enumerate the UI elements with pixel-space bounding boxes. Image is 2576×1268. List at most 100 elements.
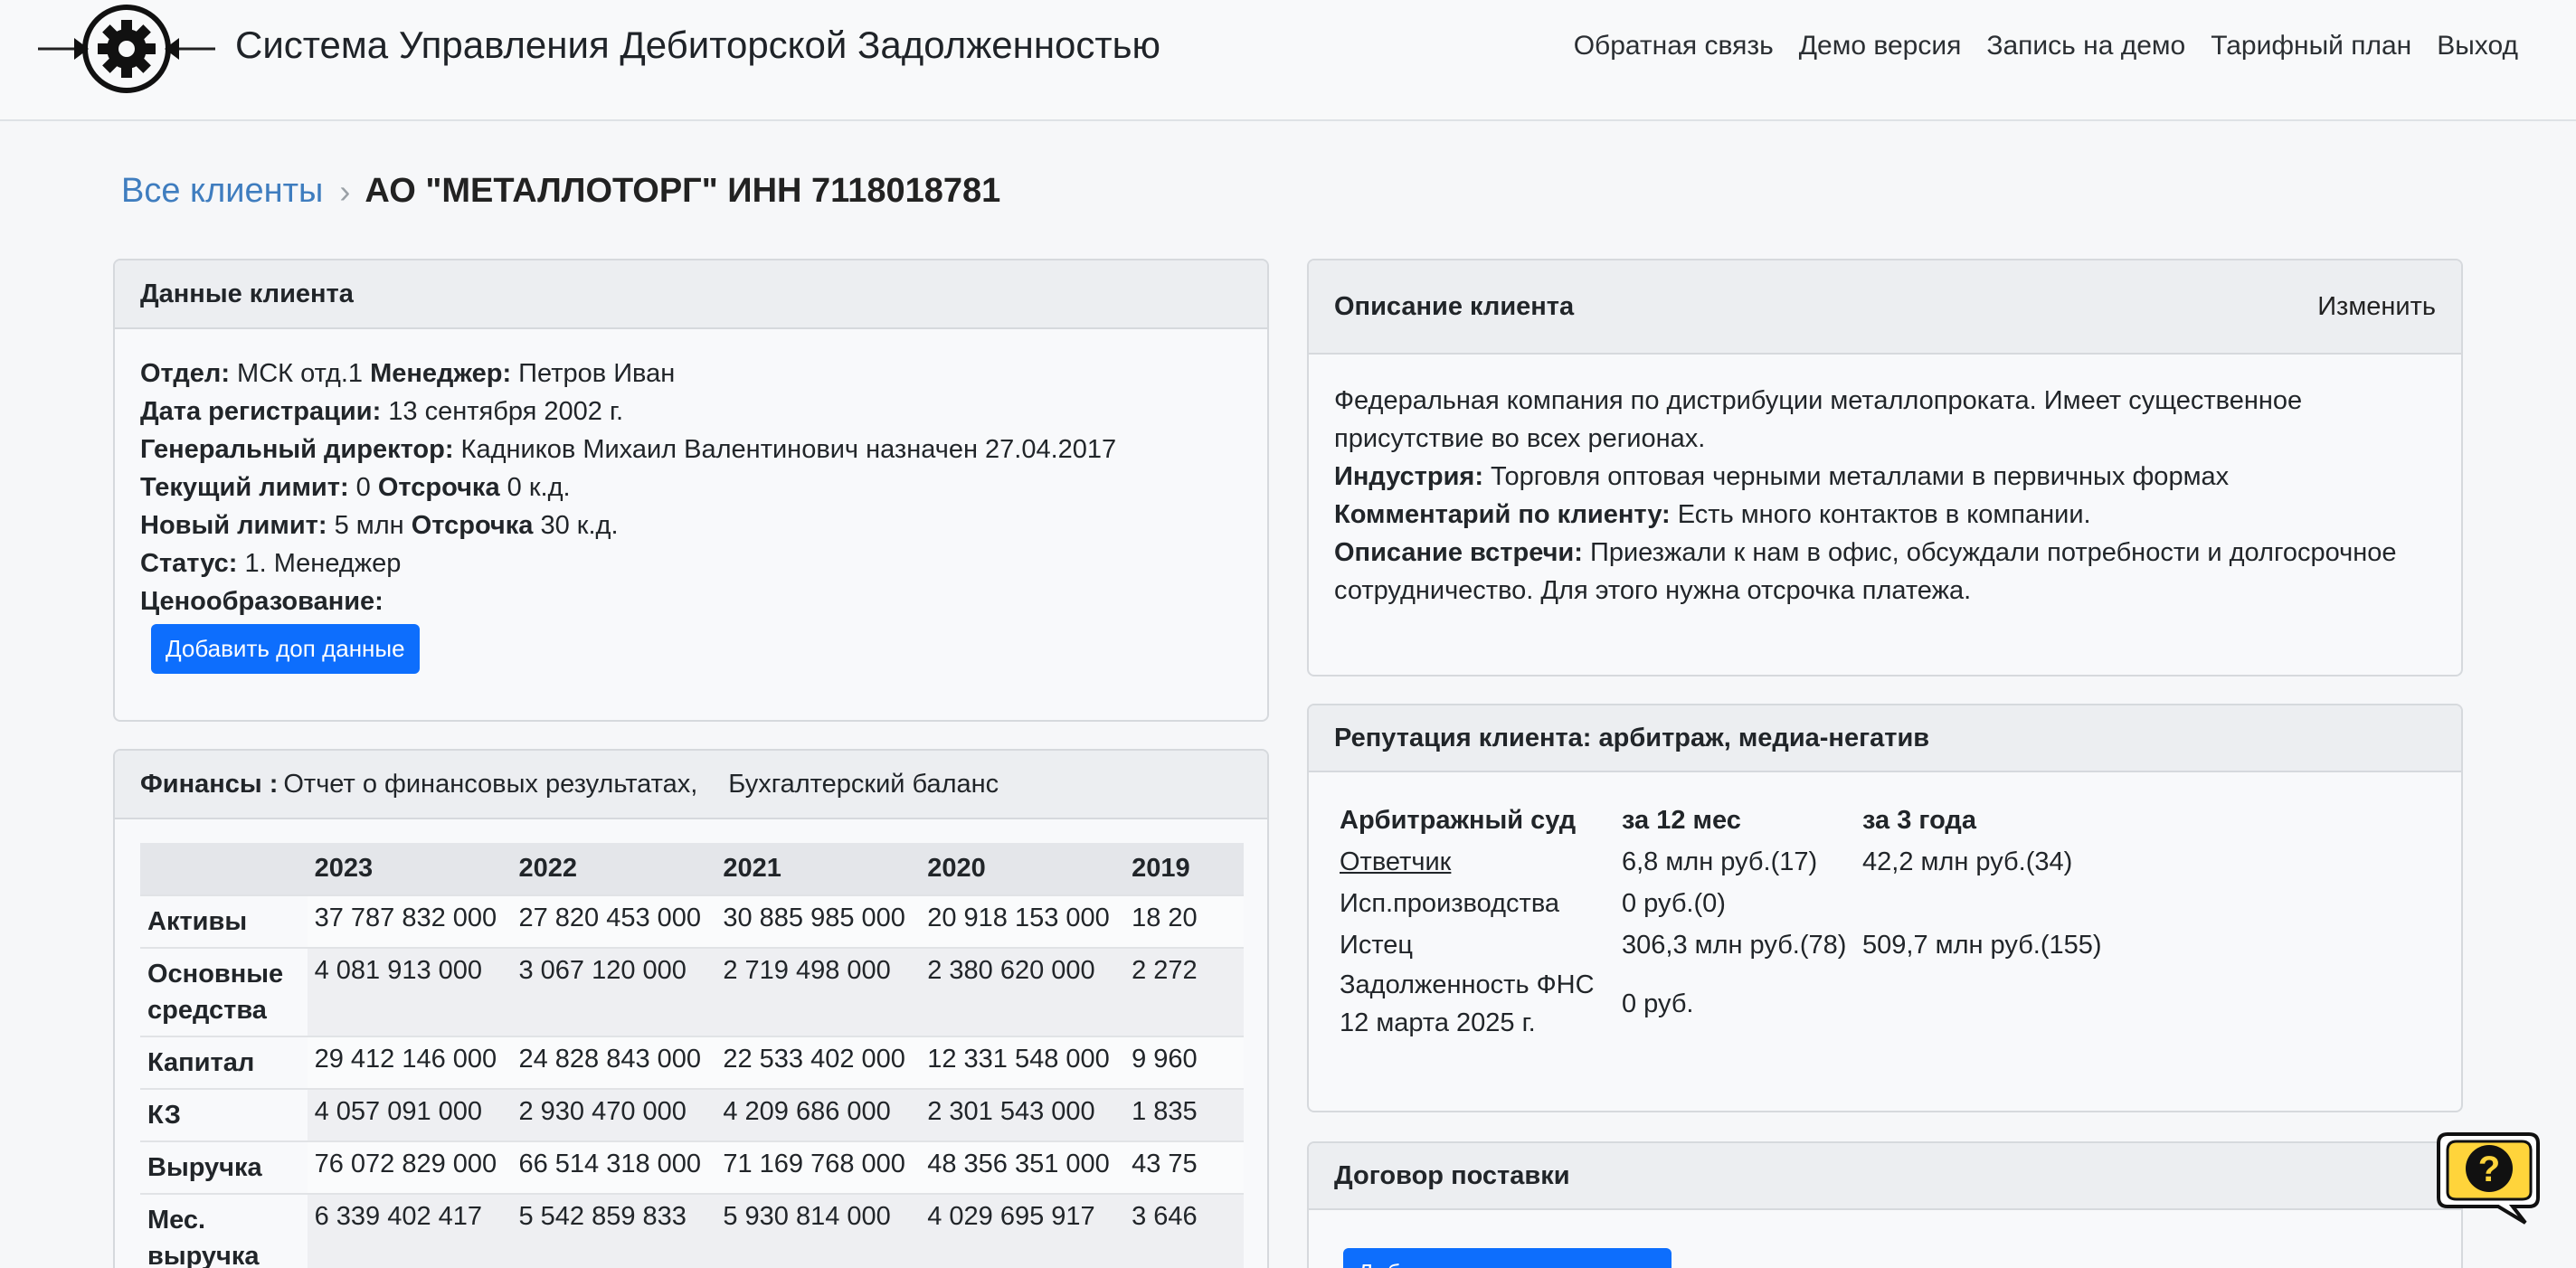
row-label: КЗ bbox=[140, 1088, 308, 1141]
meeting-line: Описание встречи: Приезжали к нам в офис… bbox=[1334, 534, 2436, 610]
table-cell: 76 072 829 000 bbox=[307, 1140, 512, 1194]
manager-value: Петров Иван bbox=[511, 359, 676, 388]
table-cell: 2 301 543 000 bbox=[920, 1088, 1125, 1141]
table-cell: 5 930 814 000 bbox=[715, 1193, 921, 1268]
table-row: Капитал 29 412 146 000 24 828 843 000 22… bbox=[140, 1036, 1244, 1089]
table-cell: 29 412 146 000 bbox=[307, 1036, 512, 1089]
table-row: Активы 37 787 832 000 27 820 453 000 30 … bbox=[140, 894, 1244, 948]
table-row: Выручка 76 072 829 000 66 514 318 000 71… bbox=[140, 1140, 1244, 1194]
ceo-value: Кадников Михаил Валентинович назначен 27… bbox=[453, 435, 1117, 464]
card-title: Данные клиента bbox=[140, 279, 354, 308]
top-navbar: Система Управления Дебиторской Задолженн… bbox=[0, 0, 2576, 121]
client-data-body: Отдел: МСК отд.1 Менеджер: Петров Иван Д… bbox=[115, 329, 1267, 699]
svg-text:?: ? bbox=[2478, 1150, 2500, 1189]
card-title: Репутация клиента: арбитраж, медиа-негат… bbox=[1334, 723, 1930, 752]
table-cell: 24 828 843 000 bbox=[511, 1036, 716, 1089]
row-label: Выручка bbox=[140, 1140, 308, 1194]
new-limit-line: Новый лимит: 5 млн Отсрочка 30 к.д. bbox=[140, 506, 1242, 544]
industry-value: Торговля оптовая черными металлами в пер… bbox=[1482, 462, 2230, 491]
table-cell: 2 272 bbox=[1124, 947, 1244, 1036]
top-nav: Обратная связь Демо версия Запись на дем… bbox=[1574, 31, 2518, 62]
table-cell: 48 356 351 000 bbox=[920, 1140, 1125, 1194]
table-cell: 3 067 120 000 bbox=[511, 947, 716, 1036]
nav-pricing[interactable]: Тарифный план bbox=[2211, 31, 2411, 62]
defendant-link[interactable]: Ответчик bbox=[1340, 847, 1451, 876]
current-limit-label: Текущий лимит: bbox=[140, 473, 349, 502]
page-title: АО "МЕТАЛЛОТОРГ" ИНН 7118018781 bbox=[365, 172, 1001, 210]
card-header: Репутация клиента: арбитраж, медиа-негат… bbox=[1309, 705, 2461, 772]
table-cell bbox=[1857, 966, 2107, 1042]
new-delay-label: Отсрочка bbox=[411, 511, 534, 540]
table-row: Исп.производства 0 руб.(0) bbox=[1334, 883, 2107, 924]
ceo-label: Генеральный директор: bbox=[140, 435, 454, 464]
current-limit-value: 0 bbox=[348, 473, 378, 502]
reg-label: Дата регистрации: bbox=[140, 397, 382, 426]
new-delay-value: 30 к.д. bbox=[533, 511, 619, 540]
status-value: 1. Менеджер bbox=[237, 549, 402, 578]
table-cell bbox=[1857, 883, 2107, 924]
balance-sheet-link[interactable]: Бухгалтерский баланс bbox=[728, 770, 999, 800]
pricing-label: Ценообразование: bbox=[140, 587, 384, 616]
row-label: Исп.производства bbox=[1340, 889, 1560, 918]
table-cell: 66 514 318 000 bbox=[511, 1140, 716, 1194]
table-cell: 6 339 402 417 bbox=[307, 1193, 512, 1268]
finance-table-scroll[interactable]: 2023 2022 2021 2020 2019 Активы 37 787 8… bbox=[140, 843, 1244, 1268]
breadcrumb-all-clients[interactable]: Все клиенты bbox=[121, 172, 323, 211]
nav-demo-signup[interactable]: Запись на демо bbox=[1986, 31, 2185, 62]
new-limit-value: 5 млн bbox=[327, 511, 412, 540]
manager-label: Менеджер: bbox=[370, 359, 512, 388]
card-header: Финансы : Отчет о финансовых результатах… bbox=[115, 751, 1267, 819]
client-description-body: Федеральная компания по дистрибуции мета… bbox=[1309, 355, 2461, 635]
table-cell: 4 057 091 000 bbox=[307, 1088, 512, 1141]
table-cell: 12 331 548 000 bbox=[920, 1036, 1125, 1089]
table-cell: 27 820 453 000 bbox=[511, 894, 716, 948]
status-label: Статус: bbox=[140, 549, 238, 578]
table-header-row: Арбитражный суд за 12 мес за 3 года bbox=[1334, 800, 2107, 841]
comment-label: Комментарий по клиенту: bbox=[1334, 500, 1671, 529]
table-cell: 42,2 млн руб.(34) bbox=[1862, 847, 2073, 876]
card-title: Финансы : bbox=[140, 769, 279, 799]
nav-logout[interactable]: Выход bbox=[2437, 31, 2518, 62]
help-question-icon[interactable]: ? bbox=[2435, 1129, 2543, 1228]
add-extra-data-button[interactable]: Добавить доп данные bbox=[151, 624, 420, 674]
table-cell: 22 533 402 000 bbox=[715, 1036, 921, 1089]
card-title: Договор поставки bbox=[1334, 1160, 1570, 1190]
edit-description-button[interactable]: Изменить bbox=[2317, 292, 2436, 322]
dept-label: Отдел: bbox=[140, 359, 230, 388]
table-row: Основные средства 4 081 913 000 3 067 12… bbox=[140, 947, 1244, 1036]
year-header: 2023 bbox=[307, 843, 512, 895]
industry-line: Индустрия: Торговля оптовая черными мета… bbox=[1334, 458, 2436, 496]
income-statement-link[interactable]: Отчет о финансовых результатах, bbox=[283, 770, 697, 800]
gear-logo-icon[interactable] bbox=[38, 2, 215, 96]
row-label: Мес. выручка bbox=[140, 1193, 308, 1268]
table-cell: 1 835 bbox=[1124, 1088, 1244, 1141]
add-contract-data-button[interactable]: Добавить данные договора bbox=[1343, 1248, 1672, 1268]
table-cell: 2 380 620 000 bbox=[920, 947, 1125, 1036]
table-cell: 18 20 bbox=[1124, 894, 1244, 948]
finance-table: 2023 2022 2021 2020 2019 Активы 37 787 8… bbox=[140, 843, 1244, 1268]
breadcrumb: Все клиенты › АО "МЕТАЛЛОТОРГ" ИНН 71180… bbox=[121, 172, 1000, 211]
table-row: КЗ 4 057 091 000 2 930 470 000 4 209 686… bbox=[140, 1088, 1244, 1141]
row-label: Основные средства bbox=[140, 947, 308, 1036]
year-header: 2020 bbox=[920, 843, 1125, 895]
table-cell: 9 960 bbox=[1124, 1036, 1244, 1089]
table-cell: 20 918 153 000 bbox=[920, 894, 1125, 948]
reg-value: 13 сентября 2002 г. bbox=[381, 397, 624, 426]
table-cell: 6,8 млн руб.(17) bbox=[1622, 847, 1818, 876]
current-delay-label: Отсрочка bbox=[377, 473, 500, 502]
ceo-line: Генеральный директор: Кадников Михаил Ва… bbox=[140, 431, 1242, 468]
meeting-label: Описание встречи: bbox=[1334, 538, 1583, 567]
comment-value: Есть много контактов в компании. bbox=[1670, 500, 2091, 529]
table-cell: 43 75 bbox=[1124, 1140, 1244, 1194]
table-cell: 509,7 млн руб.(155) bbox=[1862, 931, 2102, 960]
nav-demo-version[interactable]: Демо версия bbox=[1799, 31, 1962, 62]
new-limit-label: Новый лимит: bbox=[140, 511, 327, 540]
reg-date-line: Дата регистрации: 13 сентября 2002 г. bbox=[140, 393, 1242, 431]
nav-feedback[interactable]: Обратная связь bbox=[1574, 31, 1774, 62]
table-cell: 5 542 859 833 bbox=[511, 1193, 716, 1268]
industry-label: Индустрия: bbox=[1334, 462, 1483, 491]
table-cell: 0 руб.(0) bbox=[1622, 889, 1726, 918]
table-cell: 30 885 985 000 bbox=[715, 894, 921, 948]
row-label: Капитал bbox=[140, 1036, 308, 1089]
supply-contract-card: Договор поставки Добавить данные договор… bbox=[1307, 1141, 2463, 1268]
